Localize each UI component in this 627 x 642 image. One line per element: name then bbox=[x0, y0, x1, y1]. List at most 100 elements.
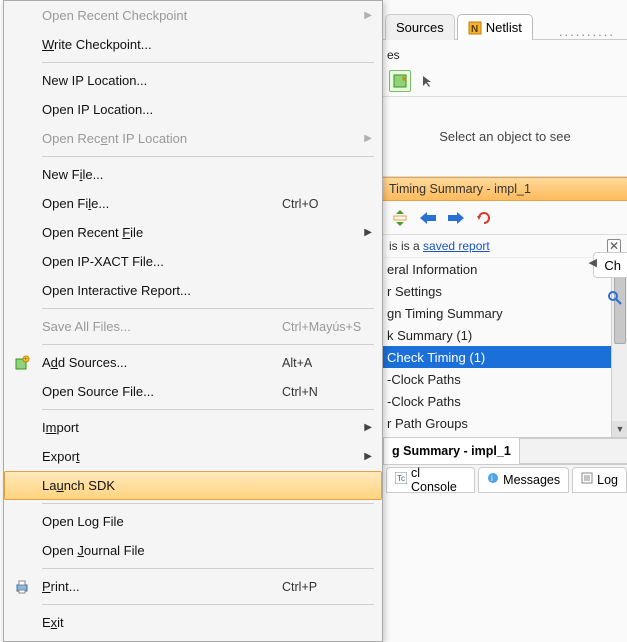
search-icon[interactable] bbox=[603, 286, 627, 310]
svg-text:+: + bbox=[24, 357, 28, 363]
tree-row[interactable]: r Settings bbox=[383, 280, 627, 302]
menu-label: New IP Location... bbox=[42, 73, 372, 88]
tab-sources-label: Sources bbox=[396, 20, 444, 35]
tab-tcl-label: cl Console bbox=[411, 466, 466, 494]
svg-text:N: N bbox=[471, 24, 478, 35]
menu-open-log-file[interactable]: Open Log File bbox=[4, 507, 382, 536]
submenu-arrow-icon: ▶ bbox=[362, 133, 372, 144]
menu-open-recent-file[interactable]: Open Recent File ▶ bbox=[4, 218, 382, 247]
menu-label: Export bbox=[42, 449, 362, 464]
menu-new-ip-location[interactable]: New IP Location... bbox=[4, 66, 382, 95]
tree-row[interactable]: -Clock Paths bbox=[383, 390, 627, 412]
select-object-text: Select an object to see bbox=[439, 129, 571, 144]
saved-report-text: is is a saved report bbox=[389, 239, 601, 253]
tab-sources[interactable]: Sources bbox=[385, 14, 455, 40]
menu-print[interactable]: Print... Ctrl+P bbox=[4, 572, 382, 601]
panel-tab-row: g Summary - impl_1 bbox=[383, 438, 627, 464]
side-tab-arrow-icon[interactable]: ◀ bbox=[589, 256, 597, 269]
scroll-down-icon[interactable]: ▼ bbox=[612, 421, 627, 437]
refresh-report-button[interactable] bbox=[473, 207, 495, 229]
netlist-icon: N bbox=[468, 21, 482, 35]
print-icon bbox=[14, 579, 30, 595]
tab-overflow[interactable]: .......... bbox=[547, 24, 627, 39]
menu-open-journal-file[interactable]: Open Journal File bbox=[4, 536, 382, 565]
menu-label: Open Journal File bbox=[42, 543, 372, 558]
tree-row-selected[interactable]: Check Timing (1) bbox=[383, 346, 627, 368]
subhead-es: es bbox=[383, 40, 627, 66]
menu-open-interactive-report[interactable]: Open Interactive Report... bbox=[4, 276, 382, 305]
bottom-tab-row: Tc cl Console i Messages Log bbox=[383, 464, 627, 492]
back-button[interactable] bbox=[417, 207, 439, 229]
menu-write-checkpoint[interactable]: Write Checkpoint... bbox=[4, 30, 382, 59]
menu-separator bbox=[42, 308, 374, 309]
menu-export[interactable]: Export ▶ bbox=[4, 442, 382, 471]
tab-netlist-label: Netlist bbox=[486, 20, 522, 35]
console-icon: Tc bbox=[395, 472, 407, 487]
timing-summary-bar[interactable]: Timing Summary - impl_1 bbox=[383, 177, 627, 201]
expand-collapse-button[interactable] bbox=[389, 207, 411, 229]
tree-row[interactable]: Ignored Paths bbox=[383, 434, 627, 438]
messages-icon: i bbox=[487, 472, 499, 487]
menu-separator bbox=[42, 62, 374, 63]
log-icon bbox=[581, 472, 593, 487]
scrollbar[interactable]: ▲ ▼ bbox=[611, 258, 627, 437]
tab-tcl-console[interactable]: Tc cl Console bbox=[386, 467, 475, 493]
nav-toolbar bbox=[383, 201, 627, 235]
report-info-row: is is a saved report ✕ bbox=[383, 235, 627, 258]
tab-log[interactable]: Log bbox=[572, 467, 627, 493]
menu-add-sources[interactable]: + Add Sources... Alt+A bbox=[4, 348, 382, 377]
menu-open-recent-ip-location: Open Recent IP Location ▶ bbox=[4, 124, 382, 153]
menu-label: Open Recent File bbox=[42, 225, 362, 240]
menu-separator bbox=[42, 344, 374, 345]
saved-report-prefix: is is a bbox=[389, 239, 423, 253]
menu-open-ipxact[interactable]: Open IP-XACT File... bbox=[4, 247, 382, 276]
menu-label: Exit bbox=[42, 615, 372, 630]
tree-row[interactable]: gn Timing Summary bbox=[383, 302, 627, 324]
menu-shortcut: Alt+A bbox=[282, 356, 372, 370]
panel-tab-summary[interactable]: g Summary - impl_1 bbox=[383, 438, 520, 464]
menu-exit[interactable]: Exit bbox=[4, 608, 382, 637]
side-tab-ch[interactable]: Ch bbox=[593, 252, 627, 278]
netlist-toolbar bbox=[383, 66, 627, 97]
tree-row[interactable]: k Summary (1) bbox=[383, 324, 627, 346]
saved-report-link[interactable]: saved report bbox=[423, 239, 490, 253]
submenu-arrow-icon: ▶ bbox=[362, 451, 372, 462]
menu-label: Write Checkpoint... bbox=[42, 37, 372, 52]
tab-netlist[interactable]: N Netlist bbox=[457, 14, 533, 40]
menu-open-source-file[interactable]: Open Source File... Ctrl+N bbox=[4, 377, 382, 406]
tree-row[interactable]: r Path Groups bbox=[383, 412, 627, 434]
menu-new-file[interactable]: New File... bbox=[4, 160, 382, 189]
forward-button[interactable] bbox=[445, 207, 467, 229]
menu-separator bbox=[42, 156, 374, 157]
tab-messages[interactable]: i Messages bbox=[478, 467, 569, 493]
menu-label: Launch SDK bbox=[42, 478, 371, 493]
tab-messages-label: Messages bbox=[503, 473, 560, 487]
menu-label: Import bbox=[42, 420, 362, 435]
menu-label: Open Recent Checkpoint bbox=[42, 8, 362, 23]
source-icon-button[interactable] bbox=[389, 70, 411, 92]
menu-label: Open File... bbox=[42, 196, 282, 211]
menu-label: Print... bbox=[42, 579, 282, 594]
menu-save-all-files: Save All Files... Ctrl+Mayús+S bbox=[4, 312, 382, 341]
menu-shortcut: Ctrl+O bbox=[282, 197, 372, 211]
pointer-icon[interactable] bbox=[417, 70, 439, 92]
menu-shortcut: Ctrl+P bbox=[282, 580, 372, 594]
menu-label: Add Sources... bbox=[42, 355, 282, 370]
menu-label: New File... bbox=[42, 167, 372, 182]
menu-open-recent-checkpoint: Open Recent Checkpoint ▶ bbox=[4, 1, 382, 30]
menu-separator bbox=[42, 604, 374, 605]
menu-launch-sdk[interactable]: Launch SDK bbox=[4, 471, 382, 500]
menu-import[interactable]: Import ▶ bbox=[4, 413, 382, 442]
submenu-arrow-icon: ▶ bbox=[362, 10, 372, 21]
menu-separator bbox=[42, 503, 374, 504]
select-object-hint: Select an object to see bbox=[383, 97, 627, 177]
menu-label: Open IP-XACT File... bbox=[42, 254, 372, 269]
menu-open-ip-location[interactable]: Open IP Location... bbox=[4, 95, 382, 124]
menu-open-file[interactable]: Open File... Ctrl+O bbox=[4, 189, 382, 218]
close-info-button[interactable]: ✕ bbox=[607, 239, 621, 253]
submenu-arrow-icon: ▶ bbox=[362, 422, 372, 433]
menu-label: Open Interactive Report... bbox=[42, 283, 372, 298]
menu-separator bbox=[42, 568, 374, 569]
add-sources-icon: + bbox=[14, 355, 30, 371]
tree-row[interactable]: -Clock Paths bbox=[383, 368, 627, 390]
